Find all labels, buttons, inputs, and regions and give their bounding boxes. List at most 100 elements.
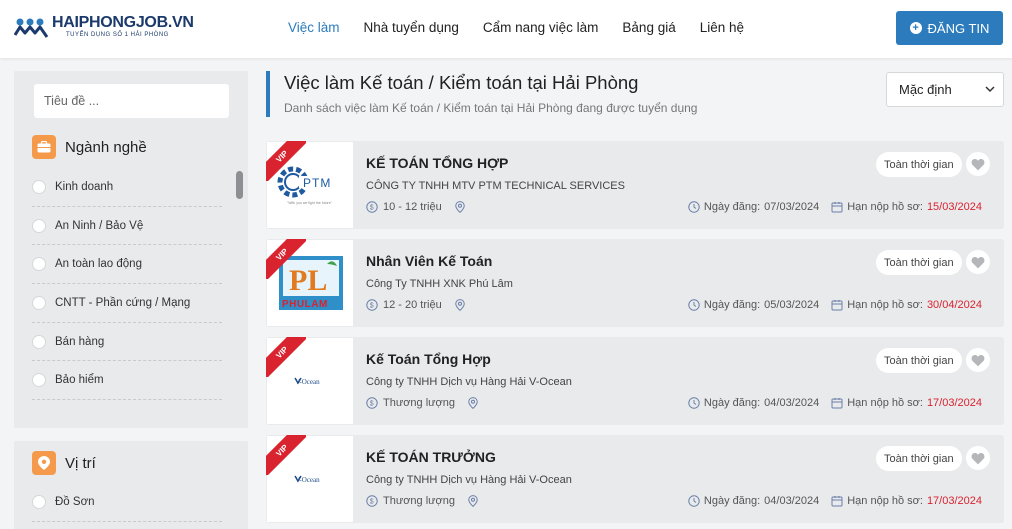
location-options: Đồ Sơn: [32, 483, 222, 522]
nav-item-pricing[interactable]: Bảng giá: [610, 20, 687, 35]
posted-label: Ngày đăng:: [703, 299, 761, 311]
site-logo[interactable]: HAIPHONGJOB.VN TUYỂN DỤNG SỐ 1 HẢI PHÒNG: [14, 14, 194, 44]
job-card[interactable]: V-Ocean VIP Kế Toán Tổng Hợp Công ty TNHH D…: [266, 337, 1004, 425]
deadline-label: Hạn nộp hồ sơ:: [847, 299, 923, 311]
industry-title: Ngành nghề: [65, 138, 147, 156]
industry-option[interactable]: Bán hàng: [32, 323, 222, 362]
job-title[interactable]: KẾ TOÁN TỔNG HỢP: [366, 155, 508, 171]
heart-icon: [971, 158, 985, 170]
company-name[interactable]: Công ty TNHH Dịch vụ Hàng Hải V-Ocean: [366, 474, 572, 486]
industry-filter-panel: Ngành nghề Kinh doanh An Ninh / Bảo Vệ A…: [14, 71, 248, 428]
company-name[interactable]: Công ty TNHH Dịch vụ Hàng Hải V-Ocean: [366, 376, 572, 388]
industry-option-label: Kinh doanh: [55, 180, 114, 193]
job-meta: $10 - 12 triệu: [366, 201, 465, 213]
job-dates: Ngày đăng: 04/03/2024 Hạn nộp hồ sơ: 17/03/…: [688, 495, 982, 507]
posted-date: 05/03/2024: [764, 299, 820, 311]
post-job-label: ĐĂNG TIN: [927, 20, 990, 36]
job-title[interactable]: KẾ TOÁN TRƯỞNG: [366, 449, 496, 465]
radio-button[interactable]: [32, 494, 46, 509]
job-card[interactable]: PTM "With you we fight the future" VIP KẾ T…: [266, 141, 1004, 229]
posted-label: Ngày đăng:: [703, 201, 761, 213]
sort-select[interactable]: Mặc định: [886, 72, 1004, 107]
location-icon: [468, 397, 478, 409]
industry-option-label: Bảo hiểm: [55, 374, 104, 387]
logo-text: V-Ocean: [295, 476, 320, 484]
radio-button[interactable]: [32, 373, 46, 388]
deadline-date: 17/03/2024: [926, 495, 982, 507]
company-name[interactable]: Công Ty TNHH XNK Phú Lâm: [366, 278, 513, 290]
industry-scrollbar[interactable]: [236, 171, 243, 199]
posted-date: 04/03/2024: [764, 397, 820, 409]
location-filter-panel: Vị trí Đồ Sơn: [14, 441, 248, 529]
job-title[interactable]: Kế Toán Tổng Hợp: [366, 351, 491, 367]
location-pin-icon: [32, 451, 56, 475]
save-job-button[interactable]: [966, 250, 990, 274]
posted-label: Ngày đăng:: [703, 495, 761, 507]
main-nav: Việc làm Nhà tuyển dụng Cẩm nang việc là…: [276, 20, 756, 35]
location-option[interactable]: Đồ Sơn: [32, 483, 222, 522]
site-header: HAIPHONGJOB.VN TUYỂN DỤNG SỐ 1 HẢI PHÒNG…: [0, 0, 1012, 58]
nav-item-employers[interactable]: Nhà tuyển dụng: [352, 20, 471, 35]
location-icon: [455, 201, 465, 213]
job-title[interactable]: Nhân Viên Kế Toán: [366, 253, 492, 269]
nav-item-jobs[interactable]: Việc làm: [276, 20, 352, 35]
save-job-button[interactable]: [966, 152, 990, 176]
nav-item-career-guide[interactable]: Cẩm nang việc làm: [471, 20, 611, 35]
sort-selected-value: Mặc định: [899, 82, 952, 97]
heart-icon: [971, 256, 985, 268]
heart-icon: [971, 354, 985, 366]
vip-badge: VIP: [266, 337, 306, 377]
job-type-badge: Toàn thời gian: [876, 446, 962, 471]
search-input[interactable]: [34, 84, 229, 118]
company-name[interactable]: CÔNG TY TNHH MTV PTM TECHNICAL SERVICES: [366, 180, 625, 192]
radio-button[interactable]: [32, 257, 46, 272]
clock-icon: [688, 201, 700, 213]
calendar-icon: [831, 398, 843, 409]
salary-icon: $: [366, 495, 378, 507]
radio-button[interactable]: [32, 179, 46, 194]
job-dates: Ngày đăng: 05/03/2024 Hạn nộp hồ sơ: 30/04/…: [688, 299, 982, 311]
industry-option[interactable]: An toàn lao động: [32, 245, 222, 285]
deadline-date: 17/03/2024: [926, 397, 982, 409]
vip-badge: VIP: [266, 239, 306, 279]
industry-option[interactable]: An Ninh / Bảo Vệ: [32, 207, 222, 246]
industry-option-label: An toàn lao động: [55, 258, 142, 271]
posted-date: 04/03/2024: [764, 495, 820, 507]
location-icon: [468, 495, 478, 507]
industry-options: Kinh doanh An Ninh / Bảo Vệ An toàn lao …: [32, 168, 222, 401]
industry-option[interactable]: Bảo hiểm: [32, 361, 222, 401]
industry-option-label: An Ninh / Bảo Vệ: [55, 219, 144, 232]
save-job-button[interactable]: [966, 446, 990, 470]
people-logo-icon: [14, 18, 49, 38]
radio-button[interactable]: [32, 334, 46, 349]
salary-icon: $: [366, 201, 378, 213]
job-card[interactable]: V-Ocean VIP KẾ TOÁN TRƯỞNG Công ty TNHH Dịc…: [266, 435, 1004, 523]
salary: 12 - 20 triệu: [383, 299, 442, 311]
posted-label: Ngày đăng:: [703, 397, 761, 409]
industry-option[interactable]: CNTT - Phần cứng / Mạng: [32, 284, 222, 323]
industry-header: Ngành nghề: [32, 135, 147, 159]
industry-option[interactable]: Kinh doanh: [32, 168, 222, 207]
logo-text: PTM: [303, 176, 331, 190]
page-header: Việc làm Kế toán / Kiểm toán tại Hải Phò…: [266, 71, 866, 117]
job-card[interactable]: PL PHULAM VIP Nhân Viên Kế Toán Công Ty TNHH…: [266, 239, 1004, 327]
heart-icon: [971, 452, 985, 464]
salary: Thương lượng: [383, 397, 455, 409]
post-job-button[interactable]: + ĐĂNG TIN: [896, 11, 1003, 45]
deadline-date: 30/04/2024: [926, 299, 982, 311]
vip-badge: VIP: [266, 141, 306, 181]
logo-tagline: TUYỂN DỤNG SỐ 1 HẢI PHÒNG: [66, 32, 169, 38]
job-dates: Ngày đăng: 07/03/2024 Hạn nộp hồ sơ: 15/03/…: [688, 201, 982, 213]
radio-button[interactable]: [32, 218, 46, 233]
job-dates: Ngày đăng: 04/03/2024 Hạn nộp hồ sơ: 17/03/…: [688, 397, 982, 409]
svg-text:$: $: [370, 303, 374, 310]
deadline-label: Hạn nộp hồ sơ:: [847, 495, 923, 507]
svg-text:$: $: [370, 499, 374, 506]
page-title: Việc làm Kế toán / Kiểm toán tại Hải Phò…: [284, 72, 639, 93]
nav-item-contact[interactable]: Liên hệ: [688, 20, 756, 35]
salary-icon: $: [366, 299, 378, 311]
save-job-button[interactable]: [966, 348, 990, 372]
radio-button[interactable]: [32, 295, 46, 310]
industry-option-label: Bán hàng: [55, 335, 105, 348]
logo-text: V-Ocean: [295, 378, 320, 386]
